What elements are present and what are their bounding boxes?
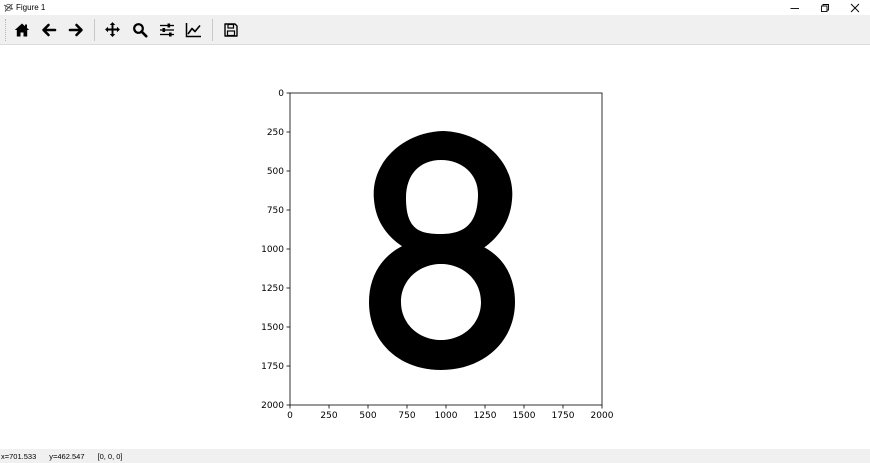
toolbar-grip [5,18,7,41]
cursor-y-readout: y=462.547 [49,451,85,461]
x-axis: 0 250 500 750 1000 1250 1500 1750 2000 [287,405,614,421]
x-tick-label: 1750 [552,411,575,421]
move-icon [105,22,120,37]
window-controls [780,0,870,15]
x-tick-label: 500 [359,411,376,421]
y-tick-label: 500 [267,167,284,177]
back-button[interactable] [35,17,62,43]
x-tick-label: 0 [287,411,293,421]
toolbar-separator [94,18,95,41]
arrow-left-icon [41,23,56,36]
figure-canvas[interactable]: 0 250 500 750 1000 1250 1500 1750 2000 0 250 500 75… [0,46,870,449]
customize-axes-button[interactable] [180,17,207,43]
toolbar-separator [212,18,213,41]
y-tick-label: 1250 [261,284,284,294]
forward-button[interactable] [62,17,89,43]
title-bar: Figure 1 [0,0,870,15]
home-icon [14,23,29,36]
y-tick-label: 2000 [261,401,284,411]
restore-icon [821,3,829,12]
pan-button[interactable] [99,17,126,43]
line-chart-icon [185,22,201,37]
sliders-icon [159,23,174,36]
x-tick-label: 1500 [513,411,536,421]
y-tick-label: 1500 [261,323,284,333]
x-tick-label: 1250 [474,411,497,421]
x-tick-label: 750 [398,411,415,421]
arrow-right-icon [68,23,83,36]
matplotlib-figure-icon [1,1,15,15]
x-tick-label: 1000 [435,411,458,421]
y-tick-label: 1000 [261,245,284,255]
y-tick-label: 1750 [261,362,284,372]
zoom-button[interactable] [126,17,153,43]
cursor-x-readout: x=701.533 [1,451,37,461]
home-button[interactable] [8,17,35,43]
close-button[interactable] [840,0,870,15]
minimize-button[interactable] [780,0,810,15]
close-icon [850,3,860,12]
window-title: Figure 1 [16,3,46,12]
x-tick-label: 2000 [591,411,614,421]
image-plot[interactable]: 0 250 500 750 1000 1250 1500 1750 2000 0 250 500 75… [0,46,870,449]
pixel-value-readout: [0, 0, 0] [97,451,123,461]
status-bar: x=701.533 y=462.547 [0, 0, 0] [0,449,870,463]
y-tick-label: 0 [278,89,284,99]
plot-image [290,93,602,405]
y-axis: 0 250 500 750 1000 1250 1500 1750 2000 [261,89,290,411]
minimize-icon [790,7,799,9]
navigation-toolbar [0,15,870,45]
save-button[interactable] [217,17,244,43]
restore-button[interactable] [810,0,840,15]
y-tick-label: 250 [267,128,284,138]
magnifier-icon [132,22,147,37]
floppy-disk-icon [223,22,238,37]
subplots-button[interactable] [153,17,180,43]
x-tick-label: 250 [320,411,337,421]
y-tick-label: 750 [267,206,284,216]
